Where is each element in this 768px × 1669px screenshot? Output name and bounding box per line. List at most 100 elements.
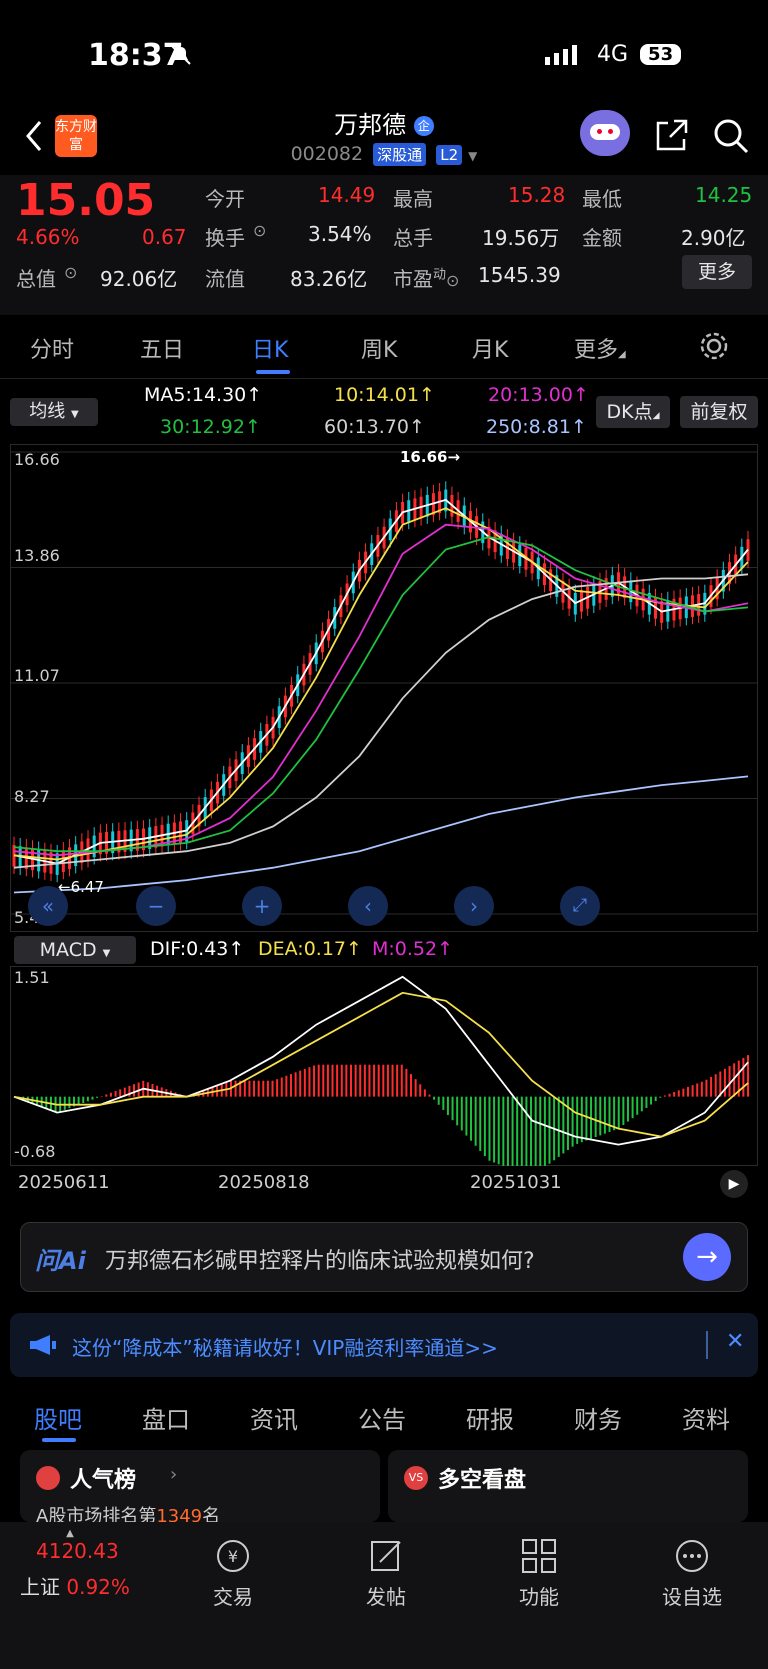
tab-more-label: 更多 [574, 338, 619, 363]
index-value: 4120.43 [36, 1539, 119, 1563]
adjust-button[interactable]: 前复权 [680, 396, 758, 428]
chevron-down-icon: ▼ [468, 149, 478, 163]
nav-trade[interactable]: ¥ 交易 [163, 1522, 303, 1610]
tab-research[interactable]: 研报 [466, 1400, 514, 1435]
price-change: 0.67 [142, 225, 187, 249]
index-pct: 0.92% [66, 1575, 130, 1599]
more-dots-icon [676, 1540, 708, 1572]
long-short-card[interactable]: VS 多空看盘 [388, 1450, 748, 1522]
info-icon[interactable]: ⊙ [253, 221, 266, 240]
macd-dea-line [13, 991, 749, 1138]
ai-logo: 问Ai [35, 1247, 86, 1275]
macd-y-top: 1.51 [14, 968, 50, 987]
pct-change: 4.66% [16, 225, 80, 249]
index-ticker[interactable]: ▲ 4120.43 上证 0.92% [20, 1528, 160, 1600]
pe-value: 1545.39 [478, 263, 561, 287]
stock-name: 万邦德 [334, 111, 407, 139]
index-row: 上证 0.92% [20, 1571, 160, 1600]
dropdown-caret-icon: ▼ [102, 948, 111, 959]
scroll-left-button[interactable]: ‹ [348, 886, 388, 926]
tab-finance[interactable]: 财务 [574, 1400, 622, 1435]
info-icon[interactable]: ⊙ [446, 271, 459, 290]
tab-news[interactable]: 资讯 [250, 1400, 298, 1435]
vs-icon: VS [404, 1466, 428, 1490]
nav-post[interactable]: 发帖 [316, 1522, 456, 1610]
quote-panel: 15.05 4.66% 0.67 总值 ⊙ 92.06亿 今开 14.49 最高… [0, 175, 768, 315]
nav-label: 设自选 [662, 1585, 722, 1609]
nav-functions[interactable]: 功能 [469, 1522, 609, 1610]
x-tick: 20250611 [18, 1172, 110, 1193]
chart-border [10, 444, 758, 932]
kline-chart[interactable] [10, 444, 758, 932]
dea-label: DEA:0.17↑ [258, 938, 362, 960]
caret-icon: ◢ [618, 349, 626, 360]
more-button[interactable]: 更多 [682, 255, 752, 289]
nav-set-watchlist[interactable]: 设自选 [622, 1522, 762, 1610]
tab-weekly-k[interactable]: 周K [361, 332, 397, 364]
bottom-nav: ▲ 4120.43 上证 0.92% ¥ 交易 发帖 功能 设自选 [0, 1522, 768, 1669]
tab-intraday[interactable]: 分时 [30, 332, 74, 364]
ad-text: 这份“降成本”秘籍请收好！VIP融资利率通道>> [72, 1336, 498, 1360]
settings-gear-icon[interactable] [698, 330, 730, 362]
svg-text:¥: ¥ [228, 1547, 238, 1566]
tab-more[interactable]: 更多◢ [574, 332, 626, 364]
popularity-title: 人气榜 [70, 1468, 137, 1493]
tab-daily-k[interactable]: 日K [252, 332, 288, 364]
info-icon[interactable]: ⊙ [64, 263, 77, 282]
zoom-in-button[interactable]: + [242, 886, 282, 926]
high-value: 15.28 [508, 183, 566, 207]
close-icon[interactable]: ✕ [726, 1329, 744, 1354]
active-tab-indicator [256, 370, 290, 374]
edit-icon [371, 1541, 401, 1571]
x-tick: 20250818 [218, 1172, 310, 1193]
turnover-label: 换手 [205, 226, 245, 250]
y-tick: 11.07 [14, 666, 60, 685]
macd-y-bottom: -0.68 [14, 1142, 56, 1161]
low-value: 14.25 [695, 183, 753, 207]
tab-announcements[interactable]: 公告 [358, 1400, 406, 1435]
dropdown-caret-icon: ▼ [71, 409, 79, 420]
min-marker: ←6.47 [58, 878, 104, 896]
robot-avatar[interactable] [580, 110, 630, 156]
tab-profile[interactable]: 资料 [682, 1400, 730, 1435]
ma30-label: 30:12.92↑ [160, 416, 261, 438]
tab-orderbook[interactable]: 盘口 [142, 1400, 190, 1435]
high-label: 最高 [393, 187, 433, 211]
content-tabs: 股吧 盘口 资讯 公告 研报 财务 资料 [0, 1386, 768, 1448]
series-line-ma10 [13, 507, 749, 861]
float-label: 流值 [205, 267, 245, 291]
ai-question-bar[interactable]: 问Ai 万邦德石杉碱甲控释片的临床试验规模如何? → [20, 1222, 748, 1292]
m-label: M:0.52↑ [372, 938, 454, 960]
ma20-label: 20:13.00↑ [488, 384, 589, 406]
play-icon[interactable]: ▶ [720, 1170, 748, 1198]
scroll-left-fast-button[interactable]: « [28, 886, 68, 926]
search-icon[interactable] [712, 117, 750, 155]
y-tick: 16.66 [14, 450, 60, 469]
tab-forum[interactable]: 股吧 [34, 1400, 82, 1435]
scroll-right-button[interactable]: › [454, 886, 494, 926]
tab-monthly-k[interactable]: 月K [472, 332, 508, 364]
max-marker: 16.66→ [400, 448, 461, 466]
ma60-label: 60:13.70↑ [324, 416, 425, 438]
ma-selector[interactable]: 均线 ▼ [10, 398, 98, 426]
series-line-ma60 [13, 573, 749, 869]
popularity-card[interactable]: 人气榜 › A股市场排名第1349名 [20, 1450, 380, 1527]
battery-level: 53 [648, 44, 674, 65]
nav-label: 交易 [213, 1585, 253, 1609]
ad-banner[interactable]: 这份“降成本”秘籍请收好！VIP融资利率通道>> ✕ [10, 1313, 758, 1377]
macd-chart[interactable] [10, 966, 758, 1166]
ma250-label: 250:8.81↑ [486, 416, 587, 438]
dif-label: DIF:0.43↑ [150, 938, 245, 960]
indicator-selector[interactable]: MACD ▼ [14, 936, 136, 964]
fullscreen-button[interactable]: ⤢ [560, 886, 600, 926]
caret-up-icon: ▲ [66, 1528, 74, 1539]
stock-code-row[interactable]: 002082 深股通 L2 ▼ [0, 143, 768, 166]
chevron-right-icon: › [170, 1464, 178, 1485]
float-value: 83.26亿 [290, 267, 368, 291]
arrow-right-icon[interactable]: → [683, 1233, 731, 1281]
dk-point-button[interactable]: DK点◢ [596, 396, 670, 428]
share-icon[interactable] [654, 117, 690, 153]
tab-five-day[interactable]: 五日 [140, 332, 184, 364]
volume-label: 总手 [393, 226, 433, 250]
zoom-out-button[interactable]: − [136, 886, 176, 926]
